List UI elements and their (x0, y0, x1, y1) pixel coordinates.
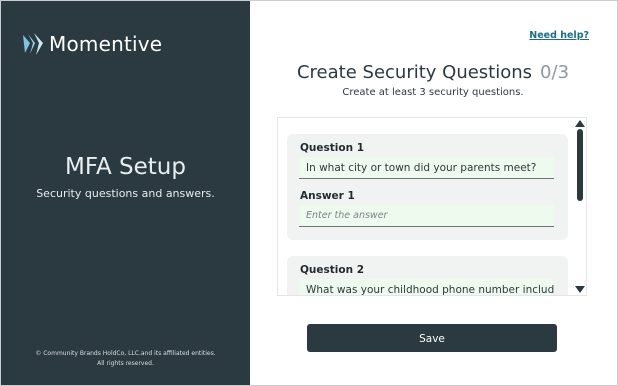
question-1-label: Question 1 (300, 142, 365, 154)
scroll-up-arrow-icon[interactable] (575, 120, 585, 127)
mfa-subtitle: Security questions and answers. (36, 187, 215, 200)
right-panel: Need help? Create Security Questions 0/3 … (250, 1, 616, 385)
question-count: 0/3 (540, 62, 570, 83)
copyright: © Community Brands HoldCo, LLC.and its a… (1, 349, 250, 369)
page-title-text: Create Security Questions (296, 62, 533, 83)
page-title: Create Security Questions 0/3 (250, 62, 616, 83)
scrollbar[interactable] (574, 118, 586, 295)
left-panel: Momentive MFA Setup Security questions a… (1, 1, 250, 385)
copyright-line-1: © Community Brands HoldCo, LLC.and its a… (35, 350, 216, 357)
scroll-down-arrow-icon[interactable] (575, 286, 585, 293)
copyright-line-2: All rights reserved. (97, 360, 154, 367)
question-2-select[interactable]: What was your childhood phone number inc… (299, 279, 554, 295)
momentive-logo-icon (23, 33, 43, 55)
answer-1-input[interactable]: Enter the answer (299, 205, 554, 227)
question-card-2: Question 2 What was your childhood phone… (287, 256, 568, 295)
mfa-title: MFA Setup (65, 154, 186, 180)
scrollbar-thumb[interactable] (577, 129, 583, 201)
question-2-label: Question 2 (300, 264, 365, 276)
question-card-1: Question 1 In what city or town did your… (287, 134, 568, 240)
questions-scroll-area[interactable]: Question 1 In what city or town did your… (277, 117, 587, 296)
page-subtitle: Create at least 3 security questions. (342, 87, 524, 98)
brand-logo: Momentive (21, 31, 162, 57)
question-1-select[interactable]: In what city or town did your parents me… (299, 157, 554, 179)
need-help-link[interactable]: Need help? (529, 30, 589, 41)
save-button[interactable]: Save (307, 324, 557, 352)
answer-1-label: Answer 1 (300, 190, 355, 202)
brand-name: Momentive (49, 32, 163, 56)
